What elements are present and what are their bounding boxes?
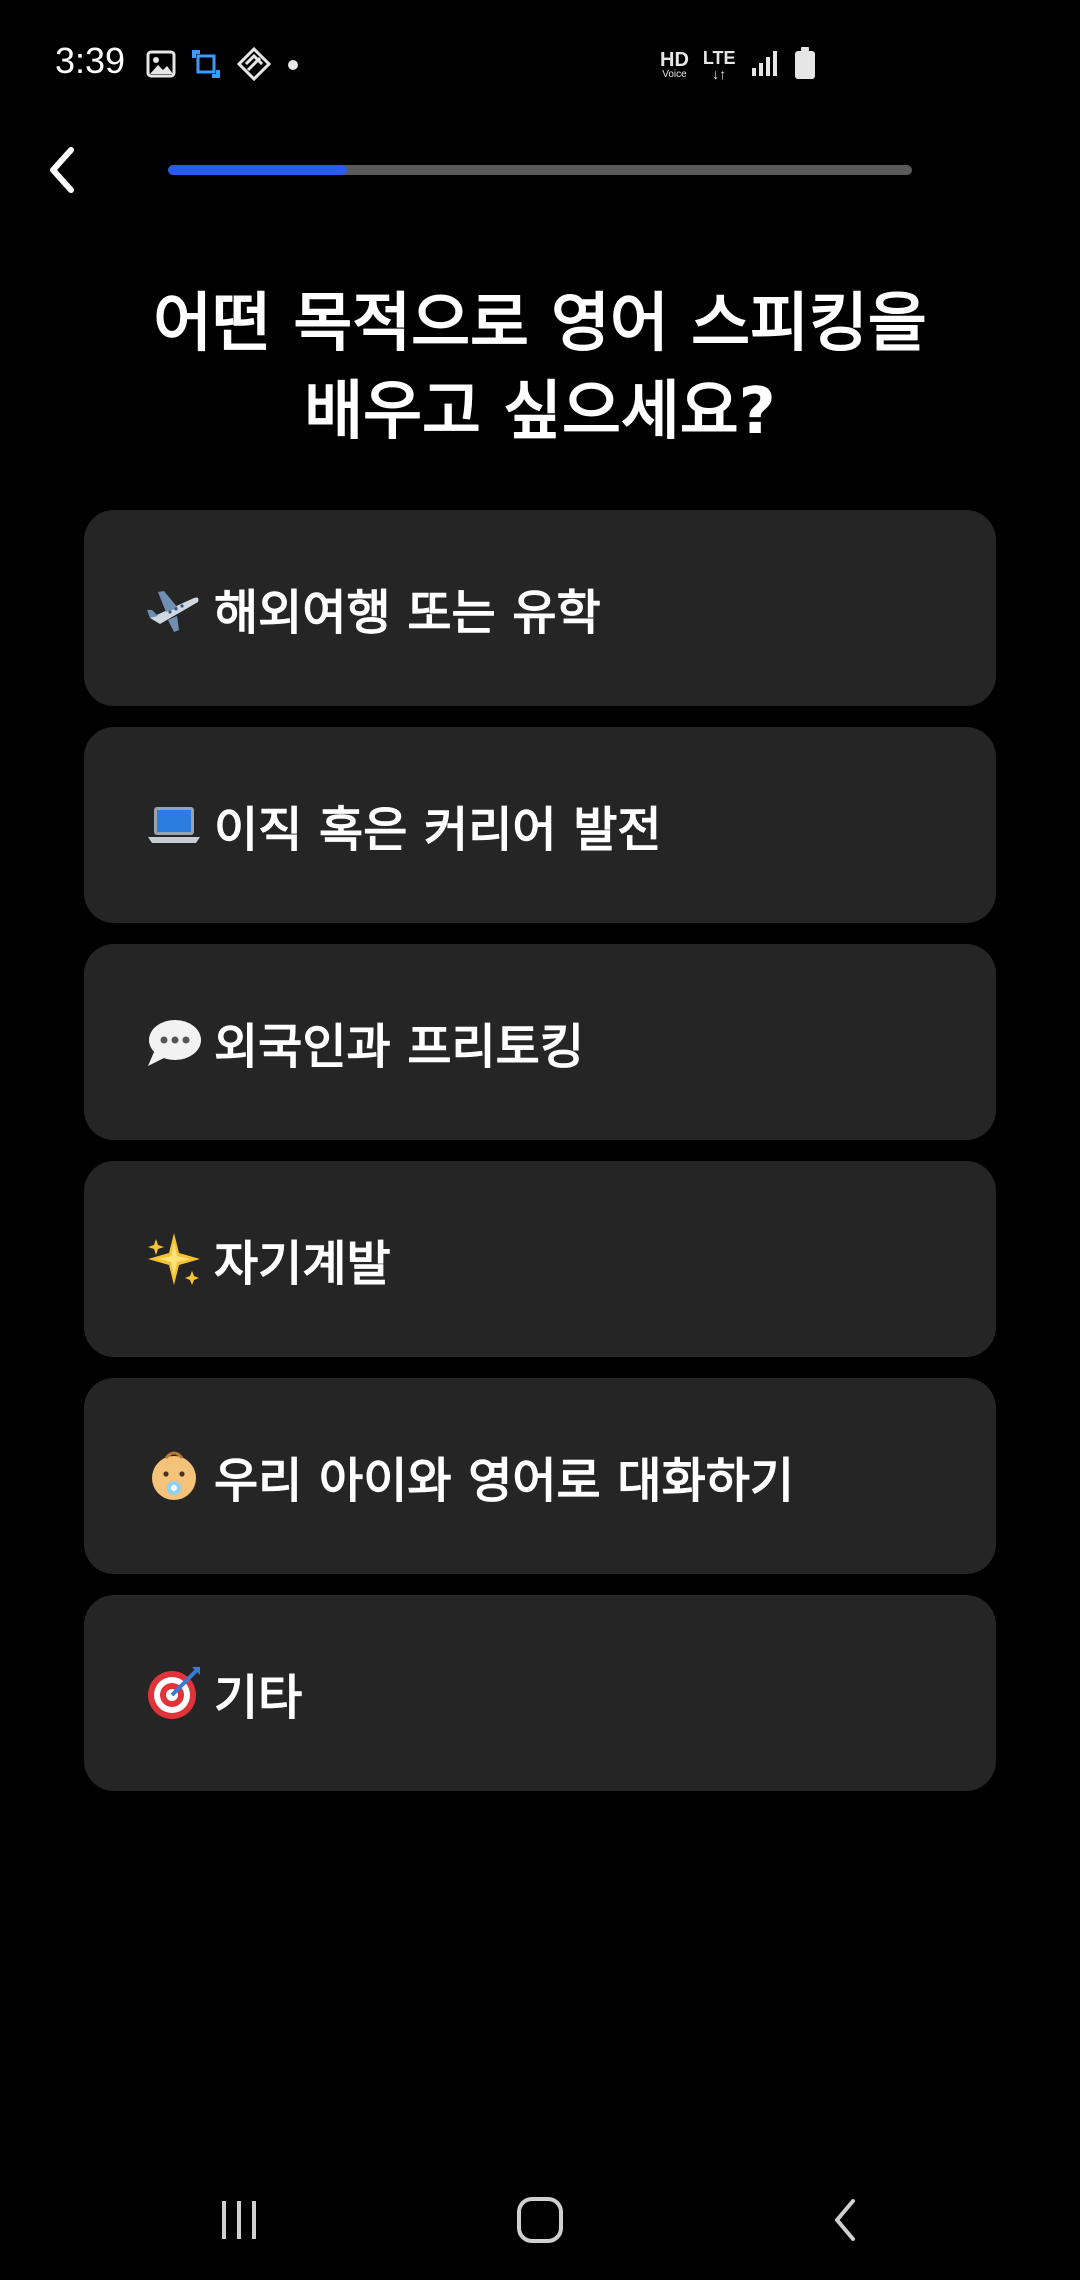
- option-label: 우리 아이와 영어로 대화하기: [214, 1453, 795, 1509]
- sparkle-star-icon: [144, 1229, 204, 1289]
- nav-back-button[interactable]: [800, 2180, 890, 2260]
- status-right-icons: HD Voice LTE ↓↑: [660, 46, 816, 84]
- option-label: 기타: [214, 1670, 303, 1726]
- gallery-icon: [146, 50, 176, 82]
- option-label: 외국인과 프리토킹: [214, 1019, 584, 1075]
- hd-voice-bottom: Voice: [662, 69, 687, 80]
- progress-bar: [168, 165, 912, 175]
- option-label: 이직 혹은 커리어 발전: [214, 802, 662, 858]
- status-left-icons: [146, 46, 300, 86]
- airplane-icon: [144, 578, 204, 638]
- laptop-icon: [144, 795, 204, 855]
- lte-top: LTE: [702, 48, 736, 68]
- home-icon: [517, 2197, 563, 2243]
- screenshot-icon: [190, 48, 222, 84]
- question-line-1: 어떤 목적으로 영어 스피킹을: [153, 287, 927, 361]
- notification-dot-icon: [286, 57, 300, 76]
- option-list: 해외여행 또는 유학 이직 혹은 커리어 발전 외국인과 프리토킹 자기계발 우…: [84, 510, 996, 1812]
- question-line-2: 배우고 싶으세요?: [304, 375, 776, 449]
- option-free-talking[interactable]: 외국인과 프리토킹: [84, 944, 996, 1140]
- status-bar: 3:39 HD Voice LTE ↓↑: [0, 0, 1080, 130]
- option-career[interactable]: 이직 혹은 커리어 발전: [84, 727, 996, 923]
- baby-icon: [144, 1446, 204, 1506]
- option-travel-study[interactable]: 해외여행 또는 유학: [84, 510, 996, 706]
- speech-bubble-icon: [144, 1012, 204, 1072]
- back-icon: [835, 2199, 855, 2241]
- target-icon: [144, 1663, 204, 1723]
- home-button[interactable]: [495, 2180, 585, 2260]
- recent-apps-icon: [222, 2201, 256, 2239]
- signal-icon: [750, 48, 780, 82]
- lte-indicator: LTE ↓↑: [703, 49, 736, 81]
- battery-icon: [794, 46, 816, 84]
- back-button[interactable]: [38, 140, 86, 200]
- lte-arrows: ↓↑: [712, 66, 727, 82]
- option-self-development[interactable]: 자기계발: [84, 1161, 996, 1357]
- app-icon: [236, 46, 272, 86]
- recent-apps-button[interactable]: [194, 2180, 284, 2260]
- hd-voice-indicator: HD Voice: [660, 50, 689, 80]
- system-nav-bar: [0, 2160, 1080, 2280]
- option-talk-with-child[interactable]: 우리 아이와 영어로 대화하기: [84, 1378, 996, 1574]
- chevron-left-icon: [50, 147, 74, 193]
- option-label: 해외여행 또는 유학: [214, 585, 601, 641]
- option-other[interactable]: 기타: [84, 1595, 996, 1791]
- hd-voice-top: HD: [660, 49, 689, 71]
- status-time: 3:39: [55, 40, 126, 81]
- question-heading: 어떤 목적으로 영어 스피킹을 배우고 싶으세요?: [60, 280, 1020, 456]
- progress-fill: [168, 165, 347, 175]
- option-label: 자기계발: [214, 1236, 391, 1292]
